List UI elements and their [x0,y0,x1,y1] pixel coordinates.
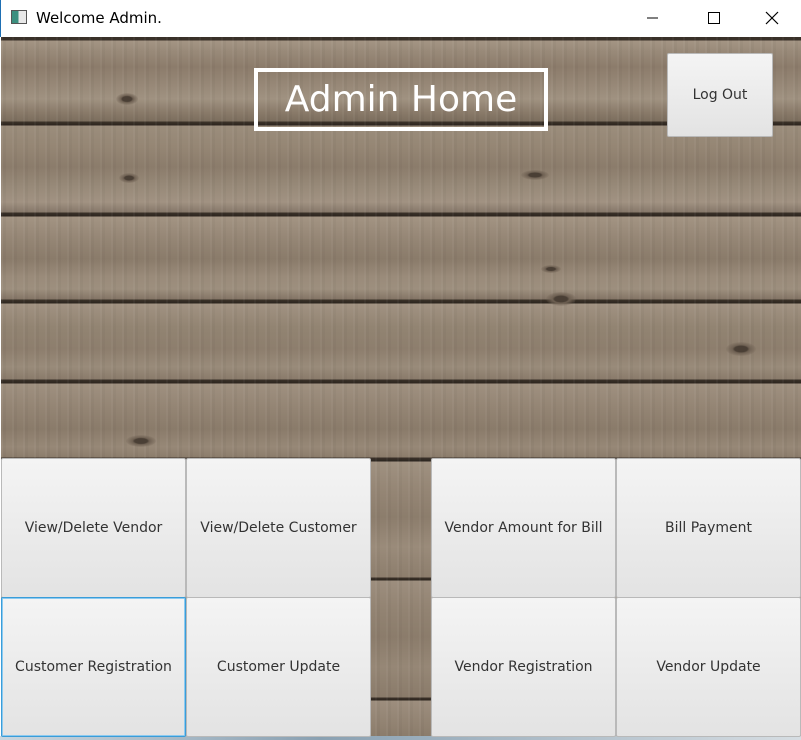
bill-payment-button[interactable]: Bill Payment [616,458,801,598]
customer-update-button[interactable]: Customer Update [186,597,371,737]
vendor-update-button[interactable]: Vendor Update [616,597,801,737]
wood-knot [521,170,549,180]
wood-knot [119,173,139,183]
close-button[interactable] [747,0,793,36]
view-delete-customer-button[interactable]: View/Delete Customer [186,458,371,598]
close-icon [765,11,779,25]
window-title: Welcome Admin. [36,9,162,27]
minimize-icon [647,17,658,19]
wood-knot [126,435,156,447]
minimize-button[interactable] [634,0,680,36]
view-delete-vendor-button[interactable]: View/Delete Vendor [1,458,186,598]
wood-knot [116,93,138,105]
customer-registration-button[interactable]: Customer Registration [1,597,186,737]
wood-knot [546,292,576,306]
wood-knot [541,265,561,273]
vendor-registration-button[interactable]: Vendor Registration [431,597,616,737]
page-title-frame: Admin Home [254,68,548,131]
vendor-amount-for-bill-button[interactable]: Vendor Amount for Bill [431,458,616,598]
page-title: Admin Home [284,79,518,120]
logout-button[interactable]: Log Out [667,53,773,137]
maximize-icon [708,12,720,24]
maximize-button[interactable] [690,0,736,36]
wood-knot [726,342,756,356]
java-app-icon [11,10,27,24]
app-window: Welcome Admin. Admin Home Log Out View/D… [0,0,801,740]
title-bar[interactable]: Welcome Admin. [0,0,801,37]
